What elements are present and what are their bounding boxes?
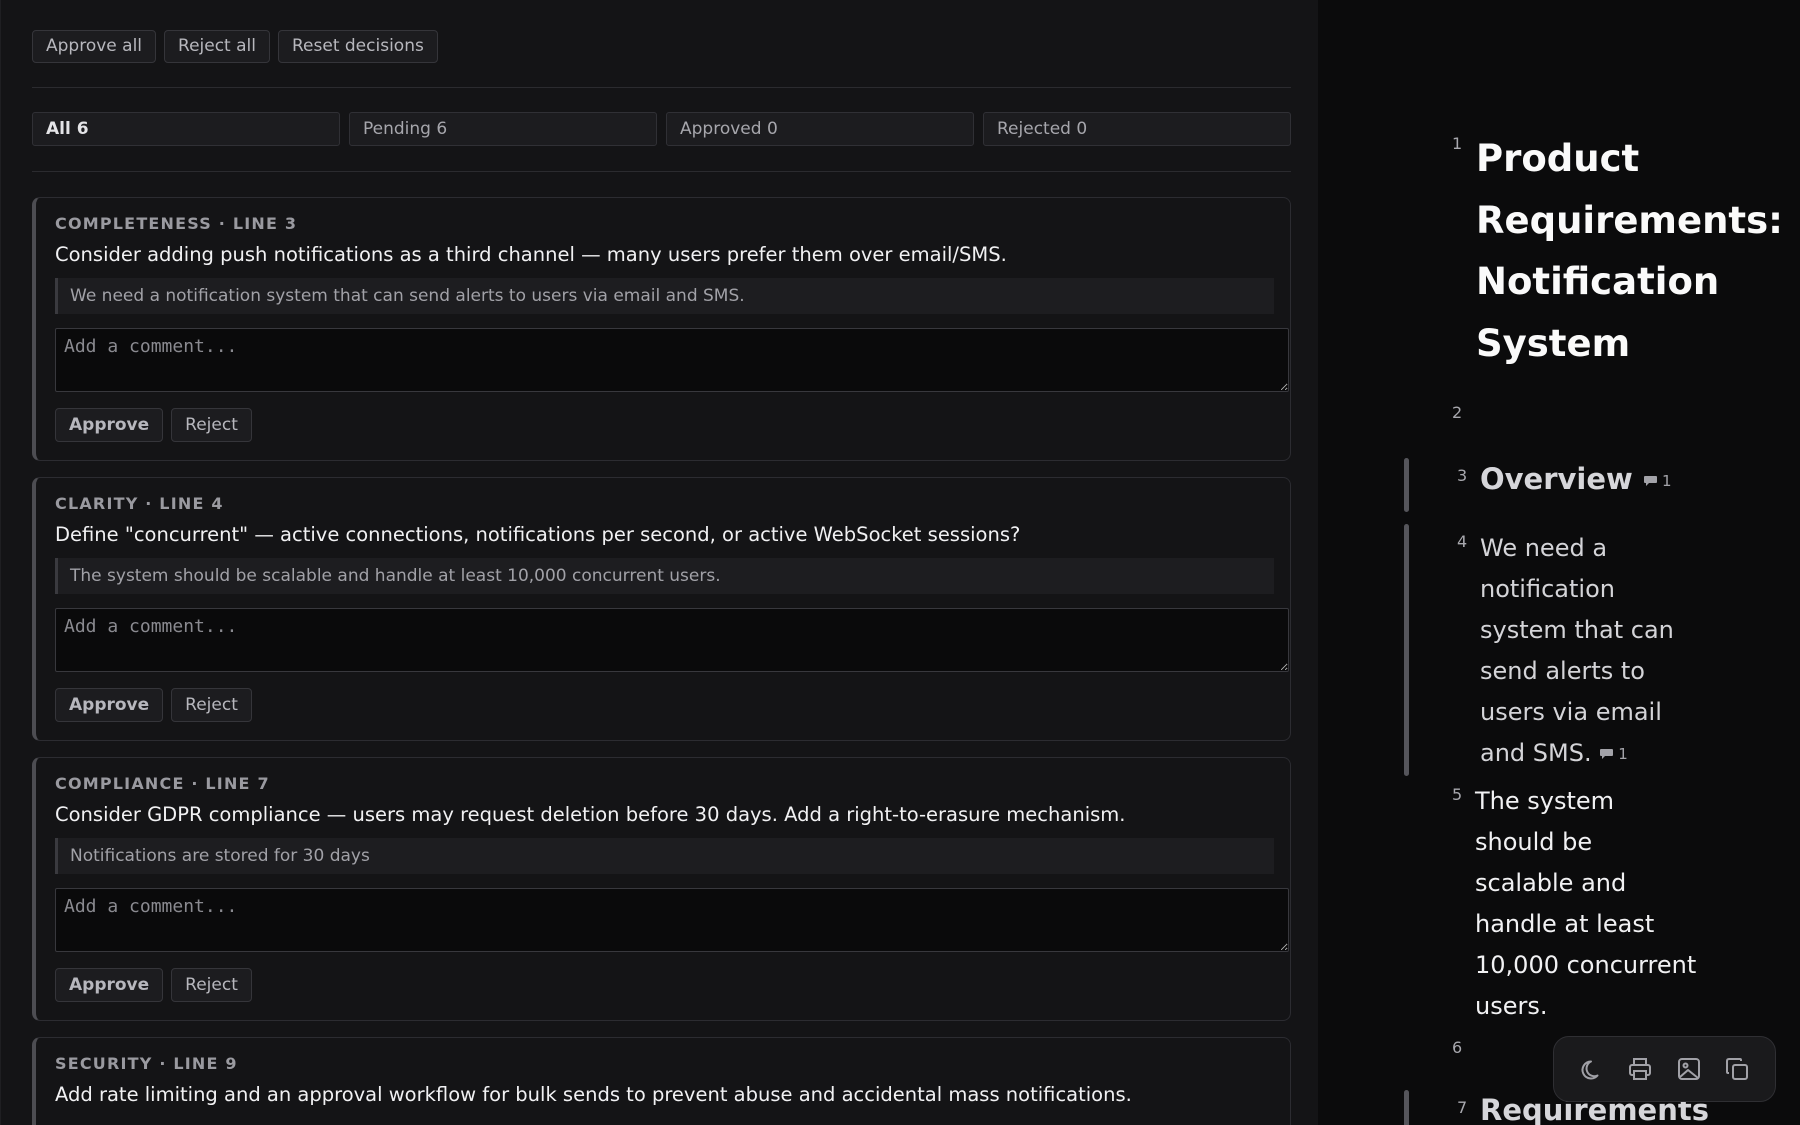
- text-line: and SMS.: [1480, 739, 1592, 767]
- image-icon[interactable]: [1675, 1055, 1703, 1083]
- card-category: SECURITY · LINE 9: [55, 1054, 238, 1073]
- reject-button[interactable]: Reject: [171, 408, 252, 442]
- text-line: scalable and: [1475, 869, 1627, 897]
- card-category: CLARITY · LINE 4: [55, 494, 224, 513]
- reject-all-button[interactable]: Reject all: [164, 30, 270, 63]
- comment-count-badge[interactable]: 1: [1599, 734, 1628, 775]
- comment-count: 1: [1661, 472, 1672, 490]
- heading-text: Overview: [1480, 462, 1633, 496]
- card-suggestion: Consider adding push notifications as a …: [55, 243, 1007, 266]
- card-quoted-line: The system should be scalable and handle…: [55, 558, 1274, 594]
- title-line: Product: [1476, 137, 1640, 180]
- comment-bubble-icon: [1643, 476, 1657, 486]
- comment-input[interactable]: [55, 328, 1289, 392]
- suggestion-card: COMPLETENESS · LINE 3 Consider adding pu…: [32, 197, 1291, 461]
- card-quoted-line: Notifications are stored for 30 days: [55, 838, 1274, 874]
- line-number: 7: [1457, 1098, 1468, 1117]
- tab-approved[interactable]: Approved 0: [666, 112, 974, 146]
- print-icon[interactable]: [1626, 1055, 1654, 1083]
- card-actions: Approve Reject: [55, 688, 252, 722]
- tab-rejected[interactable]: Rejected 0: [983, 112, 1291, 146]
- tab-pending[interactable]: Pending 6: [349, 112, 657, 146]
- divider: [32, 171, 1291, 172]
- title-line: Notification: [1476, 260, 1720, 303]
- line-number: 1: [1452, 134, 1463, 153]
- comment-input[interactable]: [55, 608, 1289, 672]
- divider: [32, 87, 1291, 88]
- reject-button[interactable]: Reject: [171, 688, 252, 722]
- text-line: We need a: [1480, 534, 1608, 562]
- line-number: 3: [1457, 466, 1468, 485]
- title-line: Requirements:: [1476, 198, 1783, 242]
- paragraph-overview: We need a notification system that can s…: [1480, 528, 1674, 775]
- line-number: 6: [1452, 1038, 1463, 1057]
- commented-line-marker: [1404, 1090, 1409, 1125]
- text-line: users via email: [1480, 698, 1662, 726]
- line-number: 2: [1452, 403, 1463, 422]
- bulk-actions-toolbar: Approve all Reject all Reset decisions: [32, 30, 438, 63]
- comment-count-badge[interactable]: 1: [1643, 472, 1672, 490]
- card-category: COMPLETENESS · LINE 3: [55, 214, 298, 233]
- reset-decisions-button[interactable]: Reset decisions: [278, 30, 438, 63]
- suggestion-card: SECURITY · LINE 9 Add rate limiting and …: [32, 1037, 1291, 1125]
- card-suggestion: Define "concurrent" — active connections…: [55, 523, 1021, 546]
- text-line: 10,000 concurrent: [1475, 951, 1697, 979]
- review-panel: Approve all Reject all Reset decisions A…: [0, 0, 1318, 1125]
- approve-button[interactable]: Approve: [55, 968, 164, 1002]
- filter-tabs: All 6 Pending 6 Approved 0 Rejected 0: [32, 112, 1291, 146]
- copy-icon[interactable]: [1723, 1055, 1751, 1083]
- card-suggestion: Add rate limiting and an approval workfl…: [55, 1083, 1132, 1106]
- moon-icon[interactable]: [1578, 1055, 1606, 1083]
- approve-all-button[interactable]: Approve all: [32, 30, 157, 63]
- reject-button[interactable]: Reject: [171, 968, 252, 1002]
- text-line: should be: [1475, 828, 1593, 856]
- text-line: send alerts to: [1480, 657, 1645, 685]
- card-quoted-line: We need a notification system that can s…: [55, 278, 1274, 314]
- text-line: handle at least: [1475, 910, 1655, 938]
- card-category: COMPLIANCE · LINE 7: [55, 774, 270, 793]
- approve-button[interactable]: Approve: [55, 408, 164, 442]
- card-suggestion: Consider GDPR compliance — users may req…: [55, 803, 1126, 826]
- text-line: system that can: [1480, 616, 1674, 644]
- comment-count: 1: [1618, 744, 1628, 763]
- tab-all[interactable]: All 6: [32, 112, 340, 146]
- paragraph-scalability: The system should be scalable and handle…: [1475, 781, 1696, 1027]
- floating-toolbar: [1553, 1036, 1776, 1102]
- comment-bubble-icon: [1600, 749, 1614, 759]
- document-preview: 1 Product Requirements: Notification Sys…: [1318, 0, 1800, 1125]
- approve-button[interactable]: Approve: [55, 688, 164, 722]
- comment-input[interactable]: [55, 888, 1289, 952]
- commented-line-marker: [1404, 524, 1409, 776]
- text-line: The system: [1475, 787, 1615, 815]
- document-title: Product Requirements: Notification Syste…: [1476, 128, 1796, 374]
- card-actions: Approve Reject: [55, 968, 252, 1002]
- suggestion-card: COMPLIANCE · LINE 7 Consider GDPR compli…: [32, 757, 1291, 1021]
- line-number: 5: [1452, 785, 1463, 804]
- suggestion-card: CLARITY · LINE 4 Define "concurrent" — a…: [32, 477, 1291, 741]
- line-number: 4: [1457, 532, 1468, 551]
- commented-line-marker: [1404, 458, 1409, 512]
- card-actions: Approve Reject: [55, 408, 252, 442]
- text-line: users.: [1475, 992, 1548, 1020]
- overview-heading: Overview 1: [1480, 462, 1672, 496]
- title-line: System: [1476, 321, 1631, 365]
- text-line: notification: [1480, 575, 1615, 603]
